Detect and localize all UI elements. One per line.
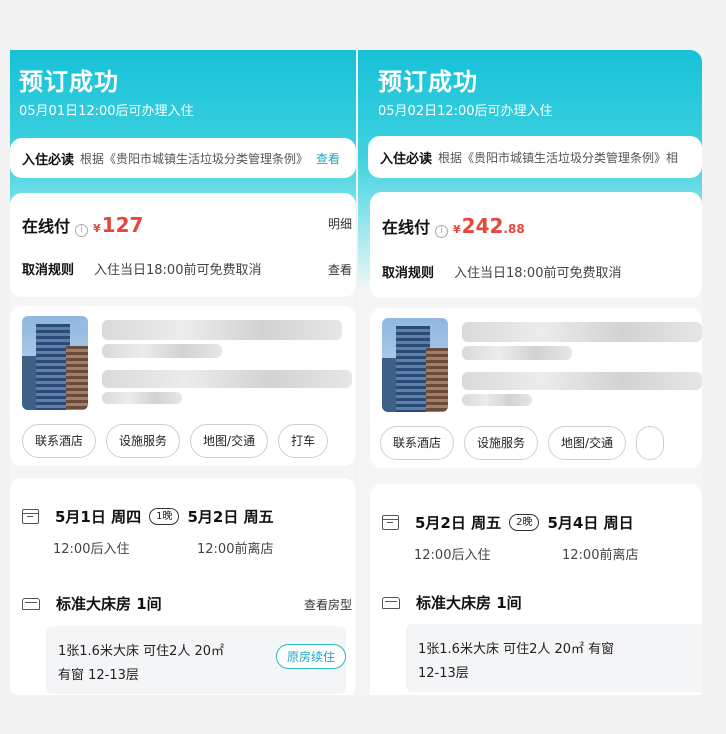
- detail-link[interactable]: 明细: [328, 215, 352, 232]
- calendar-icon: [382, 515, 399, 530]
- blurred-hotel-name-2: [462, 346, 572, 360]
- price-amount: 242: [461, 214, 504, 238]
- room-name: 标准大床房 1间: [56, 595, 162, 613]
- taxi-button[interactable]: 打车: [278, 424, 329, 458]
- checkout-date: 5月2日 周五: [187, 508, 274, 526]
- checkin-notice: 05月02日12:00后可办理入住: [378, 104, 553, 119]
- blurred-hotel-name: [102, 320, 342, 340]
- hotel-photo[interactable]: [382, 318, 448, 412]
- checkout-time: 12:00前离店: [197, 542, 274, 557]
- nights-badge: 1晚: [149, 508, 180, 525]
- room-name: 标准大床房 1间: [416, 594, 522, 612]
- hotel-photo[interactable]: [22, 316, 88, 410]
- blurred-hotel-address: [462, 372, 702, 390]
- payment-card: 在线付 i ¥ 127 明细 取消规则 入住当日18:00前可免费取消 查看: [10, 193, 356, 297]
- checkin-time: 12:00后入住: [414, 548, 491, 563]
- blurred-hotel-address: [102, 370, 352, 388]
- room-detail: 1张1.6米大床 可住2人 20㎡ 有窗 12-13层: [406, 624, 702, 692]
- room-detail-line2: 有窗 12-13层: [58, 668, 139, 683]
- notice-bar[interactable]: 入住必读 根据《贵阳市城镇生活垃圾分类管理条例》相: [368, 136, 702, 178]
- notice-label: 入住必读: [380, 151, 433, 167]
- payment-card: 在线付 i ¥ 242 .88 取消规则 入住当日18:00前可免费取消: [370, 192, 702, 298]
- map-transport-button[interactable]: 地图/交通: [548, 426, 627, 460]
- checkout-time: 12:00前离店: [562, 548, 639, 563]
- left-screenshot: 预订成功 05月01日12:00后可办理入住 入住必读 根据《贵阳市城镇生活垃圾…: [10, 50, 356, 695]
- stay-card: 5月2日 周五 2晚 5月4日 周日 12:00后入住 12:00前离店 标准大…: [370, 484, 702, 695]
- room-detail: 1张1.6米大床 可住2人 20㎡ 有窗 12-13层 原房续住: [46, 626, 346, 694]
- currency-symbol: ¥: [453, 223, 461, 236]
- room-detail-line1: 1张1.6米大床 可住2人 20㎡: [58, 644, 225, 659]
- notice-text: 根据《贵阳市城镇生活垃圾分类管理条例》相: [438, 150, 679, 165]
- blurred-hotel-address-2: [102, 392, 182, 404]
- checkin-date: 5月2日 周五: [415, 514, 502, 532]
- notice-bar[interactable]: 入住必读 根据《贵阳市城镇生活垃圾分类管理条例》 查看: [10, 138, 356, 178]
- page-title: 预订成功: [378, 68, 478, 96]
- cancel-rule-text: 入住当日18:00前可免费取消: [94, 263, 262, 278]
- calendar-icon: [22, 509, 39, 524]
- contact-hotel-button[interactable]: 联系酒店: [380, 426, 455, 460]
- bed-icon: [22, 597, 40, 610]
- room-detail-line2: 12-13层: [418, 666, 469, 681]
- facilities-button[interactable]: 设施服务: [464, 426, 539, 460]
- payment-label: 在线付: [22, 217, 71, 236]
- cancel-rule-label: 取消规则: [22, 263, 75, 278]
- hotel-card: 联系酒店 设施服务 地图/交通 打车: [10, 306, 356, 466]
- checkout-date: 5月4日 周日: [547, 514, 634, 532]
- checkin-notice: 05月01日12:00后可办理入住: [19, 104, 194, 119]
- info-icon[interactable]: i: [435, 225, 449, 238]
- notice-label: 入住必读: [22, 152, 75, 168]
- contact-hotel-button[interactable]: 联系酒店: [22, 424, 97, 458]
- notice-more-link[interactable]: 查看: [316, 150, 340, 167]
- map-transport-button[interactable]: 地图/交通: [190, 424, 269, 458]
- blurred-hotel-name-2: [102, 344, 222, 358]
- bed-icon: [382, 596, 400, 609]
- view-rule-link[interactable]: 查看: [328, 261, 352, 278]
- checkin-date: 5月1日 周四: [55, 508, 142, 526]
- renew-stay-button[interactable]: 原房续住: [275, 644, 346, 669]
- cancel-rule-label: 取消规则: [382, 266, 435, 281]
- payment-label: 在线付: [382, 218, 431, 237]
- checkin-time: 12:00后入住: [53, 542, 130, 557]
- blurred-hotel-name: [462, 322, 702, 342]
- price-amount: 127: [101, 213, 144, 237]
- stay-card: 5月1日 周四 1晚 5月2日 周五 12:00后入住 12:00前离店 标准大…: [10, 478, 356, 695]
- currency-symbol: ¥: [93, 222, 101, 235]
- blurred-hotel-address-2: [462, 394, 532, 406]
- page-title: 预订成功: [19, 68, 119, 96]
- price-decimal: .88: [503, 222, 525, 236]
- cancel-rule-text: 入住当日18:00前可免费取消: [454, 266, 622, 281]
- taxi-button[interactable]: [636, 426, 665, 460]
- nights-badge: 2晚: [509, 514, 540, 531]
- hotel-card: 联系酒店 设施服务 地图/交通: [370, 308, 702, 468]
- right-screenshot: 预订成功 05月02日12:00后可办理入住 入住必读 根据《贵阳市城镇生活垃圾…: [358, 50, 702, 695]
- facilities-button[interactable]: 设施服务: [106, 424, 181, 458]
- room-type-link[interactable]: 查看房型: [304, 596, 352, 613]
- info-icon[interactable]: i: [75, 224, 89, 237]
- room-detail-line1: 1张1.6米大床 可住2人 20㎡ 有窗: [418, 642, 615, 657]
- notice-text: 根据《贵阳市城镇生活垃圾分类管理条例》: [80, 151, 309, 166]
